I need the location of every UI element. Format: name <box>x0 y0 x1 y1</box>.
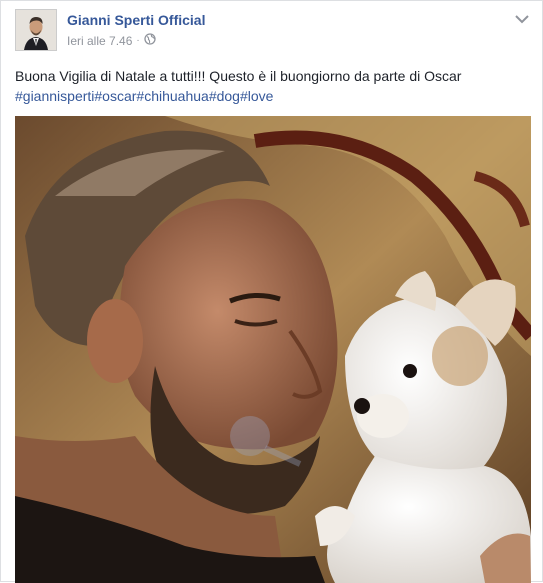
hashtag-link[interactable]: #dog <box>209 88 240 104</box>
post-card: Gianni Sperti Official Ieri alle 7.46 · … <box>0 0 543 583</box>
post-timestamp[interactable]: Ieri alle 7.46 <box>67 34 132 48</box>
post-message: Buona Vigilia di Natale a tutti!!! Quest… <box>15 66 528 106</box>
hashtag-link[interactable]: #oscar <box>94 88 136 104</box>
globe-icon[interactable] <box>144 33 156 48</box>
chevron-down-icon[interactable] <box>512 11 532 27</box>
post-photo[interactable] <box>15 116 531 583</box>
photo-image <box>15 116 531 583</box>
post-text: Buona Vigilia di Natale a tutti!!! Quest… <box>15 68 462 84</box>
post-meta: Ieri alle 7.46 · <box>67 33 156 48</box>
post-header: Gianni Sperti Official Ieri alle 7.46 · <box>15 9 532 55</box>
hashtag-list: #giannisperti#oscar#chihuahua#dog#love <box>15 86 528 106</box>
hashtag-link[interactable]: #giannisperti <box>15 88 94 104</box>
hashtag-link[interactable]: #love <box>240 88 273 104</box>
author-name[interactable]: Gianni Sperti Official <box>67 12 205 28</box>
avatar-image <box>16 10 56 50</box>
hashtag-link[interactable]: #chihuahua <box>136 88 208 104</box>
author-avatar[interactable] <box>15 9 57 51</box>
meta-separator: · <box>136 35 140 46</box>
